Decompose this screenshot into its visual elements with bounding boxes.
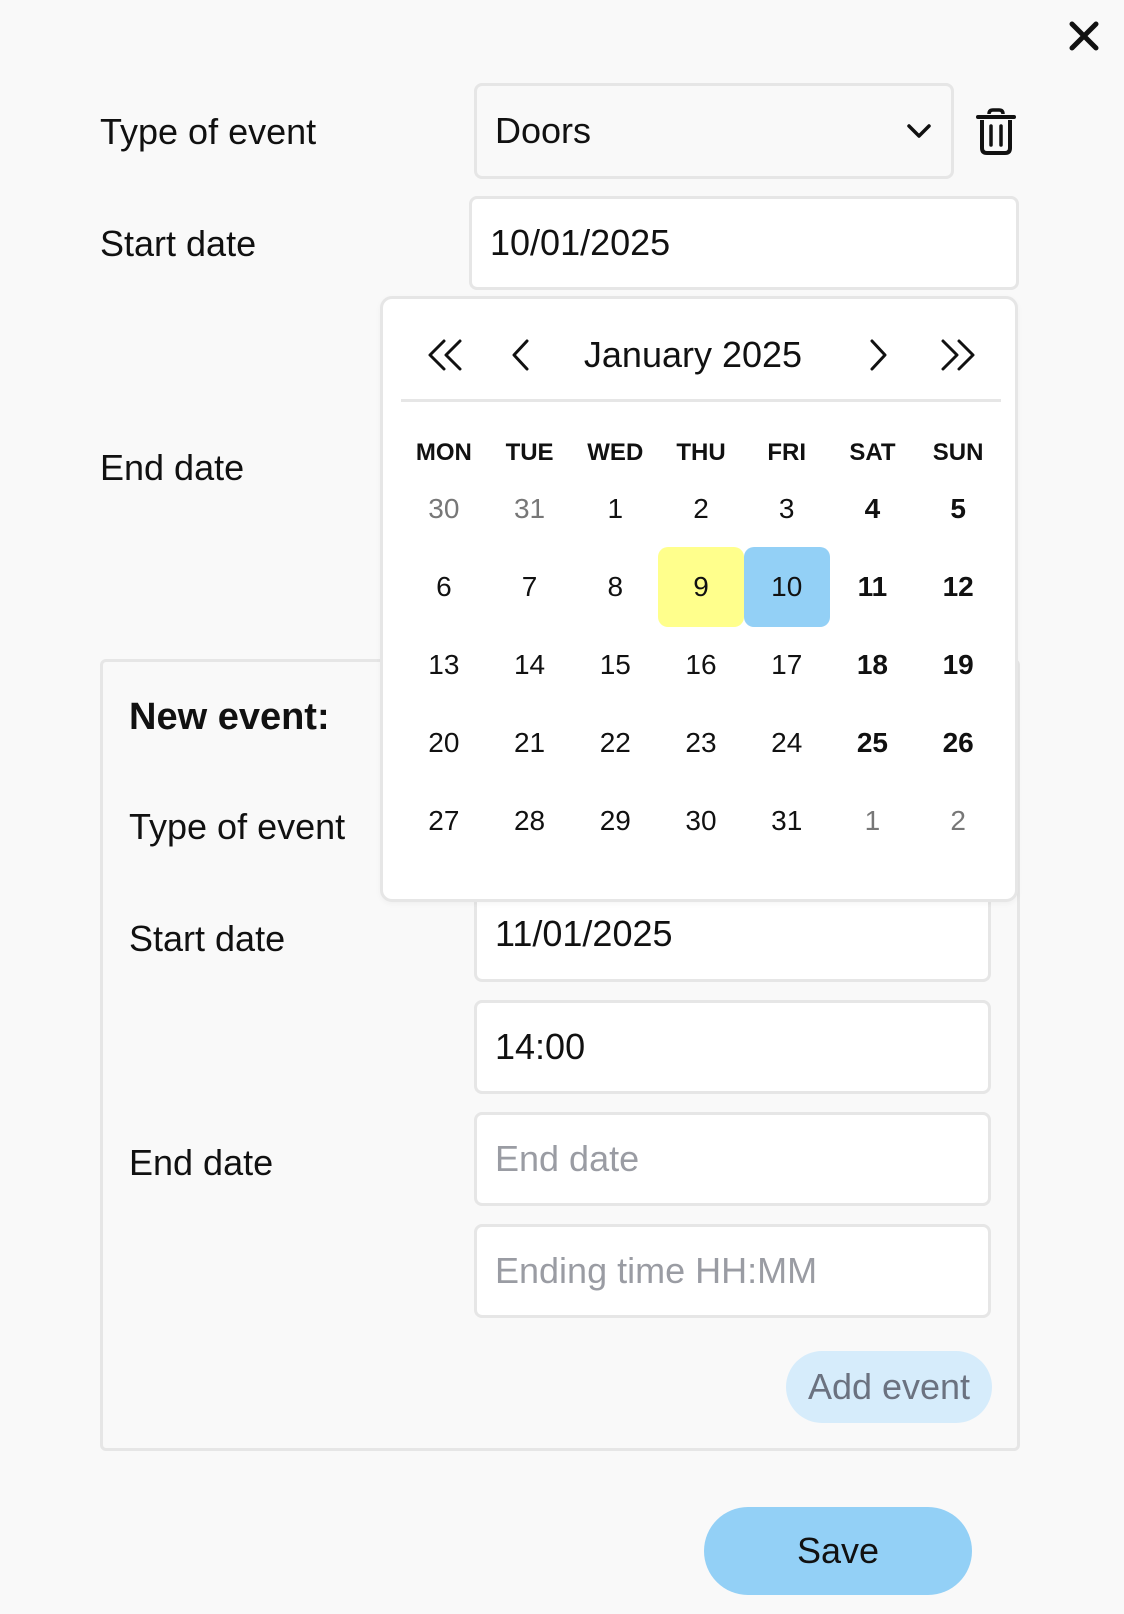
calendar-day[interactable]: 15 xyxy=(572,625,658,705)
trash-icon xyxy=(976,108,1016,155)
weekday-tue: TUE xyxy=(505,439,554,466)
calendar-day[interactable]: 5 xyxy=(915,469,1001,549)
new-event-start-time-field[interactable]: 14:00 xyxy=(474,1000,991,1094)
calendar-day[interactable]: 7 xyxy=(487,547,573,627)
new-event-start-date-field[interactable]: 11/01/2025 xyxy=(474,888,991,982)
calendar-day[interactable]: 8 xyxy=(572,547,658,627)
new-event-type-label: Type of event xyxy=(129,806,346,847)
calendar-day[interactable]: 1 xyxy=(830,781,916,861)
calendar-week-row: 27 28 29 30 31 1 2 xyxy=(401,781,1001,861)
calendar-day[interactable]: 12 xyxy=(915,547,1001,627)
prev-year-button[interactable] xyxy=(419,327,471,383)
calendar-week-row: 30 31 1 2 3 4 5 xyxy=(401,469,1001,549)
calendar-day[interactable]: 30 xyxy=(401,469,487,549)
new-event-end-time-field[interactable]: Ending time HH:MM xyxy=(474,1224,991,1318)
calendar-day[interactable]: 2 xyxy=(658,469,744,549)
double-chevron-right-icon xyxy=(941,339,975,371)
date-picker-popup: January 2025 MON TUE WED THU FRI SAT SUN… xyxy=(380,296,1018,902)
calendar-week-row: 6 7 8 9 10 11 12 xyxy=(401,547,1001,627)
calendar-day[interactable]: 24 xyxy=(744,703,830,783)
calendar-day[interactable]: 17 xyxy=(744,625,830,705)
chevron-right-icon xyxy=(870,339,887,371)
weekday-wed: WED xyxy=(587,439,644,466)
calendar-day[interactable]: 26 xyxy=(915,703,1001,783)
weekday-mon: MON xyxy=(415,439,472,466)
weekday-sun: SUN xyxy=(932,439,984,466)
next-month-button[interactable] xyxy=(858,327,898,383)
calendar-day[interactable]: 3 xyxy=(744,469,830,549)
calendar-day[interactable]: 31 xyxy=(487,469,573,549)
calendar-day[interactable]: 29 xyxy=(572,781,658,861)
weekday-sat: SAT xyxy=(849,439,896,466)
calendar-day[interactable]: 4 xyxy=(830,469,916,549)
next-year-button[interactable] xyxy=(932,327,984,383)
chevron-down-icon xyxy=(907,124,931,138)
new-event-end-label: End date xyxy=(129,1142,274,1183)
calendar-week-row: 13 14 15 16 17 18 19 xyxy=(401,625,1001,705)
calendar-day[interactable]: 19 xyxy=(915,625,1001,705)
calendar-day[interactable]: 22 xyxy=(572,703,658,783)
chevron-left-icon xyxy=(512,339,529,371)
calendar-day[interactable]: 30 xyxy=(658,781,744,861)
calendar-day[interactable]: 23 xyxy=(658,703,744,783)
calendar-day[interactable]: 13 xyxy=(401,625,487,705)
calendar-day-selected[interactable]: 10 xyxy=(743,547,830,627)
start-date-label: Start date xyxy=(100,223,257,264)
event-type-select[interactable]: Doors xyxy=(474,83,954,179)
start-date-field[interactable]: 10/01/2025 xyxy=(469,196,1019,290)
calendar-day[interactable]: 25 xyxy=(830,703,916,783)
calendar-day[interactable]: 1 xyxy=(572,469,658,549)
new-event-end-date-field[interactable]: End date xyxy=(474,1112,991,1206)
new-event-title: New event: xyxy=(129,696,330,738)
calendar-day[interactable]: 6 xyxy=(401,547,487,627)
calendar-day[interactable]: 21 xyxy=(487,703,573,783)
weekday-fri: FRI xyxy=(767,439,807,466)
save-button[interactable]: Save xyxy=(704,1507,972,1595)
end-date-label: End date xyxy=(100,447,245,488)
calendar-month-label: January 2025 xyxy=(583,334,803,375)
new-event-start-label: Start date xyxy=(129,918,286,959)
calendar-day[interactable]: 11 xyxy=(830,547,916,627)
calendar-day[interactable]: 28 xyxy=(487,781,573,861)
calendar-day[interactable]: 16 xyxy=(658,625,744,705)
close-icon xyxy=(1069,21,1099,51)
add-event-button[interactable]: Add event xyxy=(786,1351,992,1423)
calendar-day[interactable]: 20 xyxy=(401,703,487,783)
weekday-thu: THU xyxy=(676,439,726,466)
calendar-day[interactable]: 2 xyxy=(915,781,1001,861)
type-of-event-label: Type of event xyxy=(100,111,317,152)
weekday-header-row: MON TUE WED THU FRI SAT SUN xyxy=(401,433,1001,473)
calendar-day-today[interactable]: 9 xyxy=(658,547,744,627)
calendar-divider xyxy=(401,399,1001,402)
close-button[interactable] xyxy=(1064,16,1104,56)
delete-event-button[interactable] xyxy=(974,108,1018,156)
calendar-day[interactable]: 27 xyxy=(401,781,487,861)
prev-month-button[interactable] xyxy=(501,327,541,383)
calendar-week-row: 20 21 22 23 24 25 26 xyxy=(401,703,1001,783)
double-chevron-left-icon xyxy=(428,339,462,371)
calendar-day[interactable]: 14 xyxy=(487,625,573,705)
calendar-day[interactable]: 31 xyxy=(744,781,830,861)
calendar-day[interactable]: 18 xyxy=(830,625,916,705)
event-type-value: Doors xyxy=(495,110,592,151)
